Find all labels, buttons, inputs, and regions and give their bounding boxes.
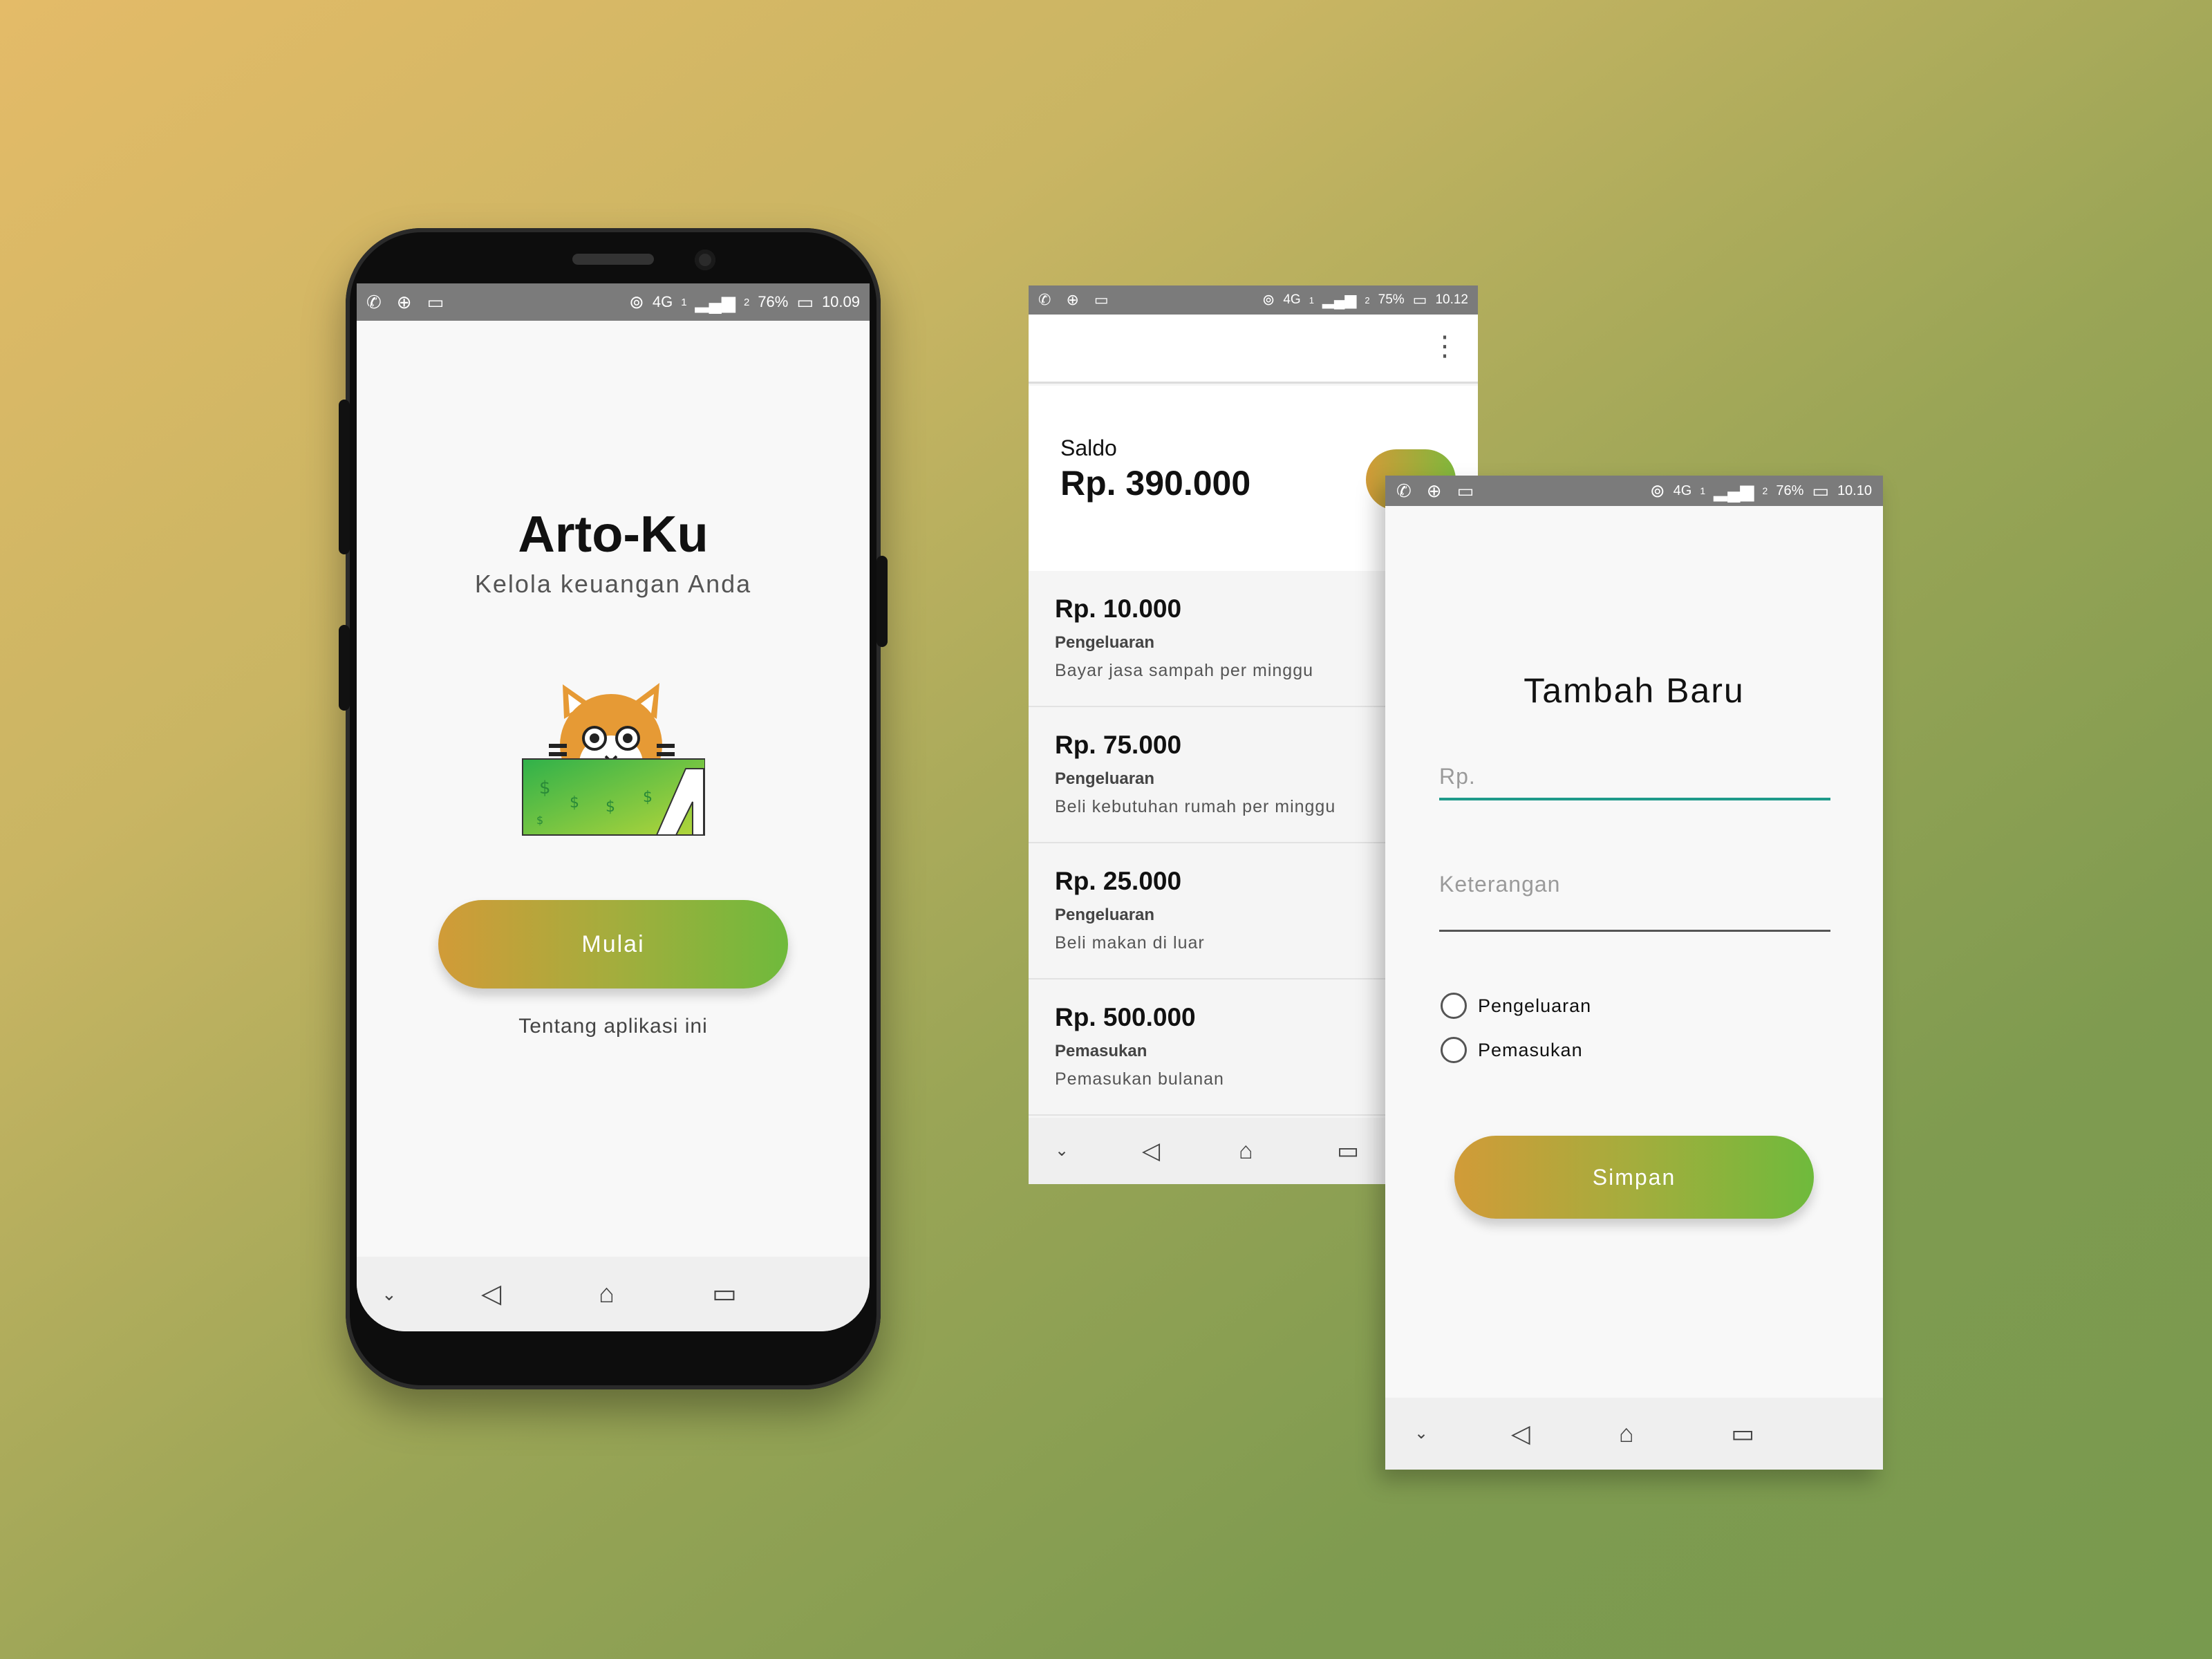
- svg-text:$: $: [606, 798, 615, 816]
- image-notification-icon: ▭: [427, 292, 444, 312]
- phone-volume-button: [339, 400, 350, 554]
- nav-back-icon[interactable]: ◁: [481, 1281, 501, 1307]
- radio-income-label: Pemasukan: [1478, 1039, 1583, 1060]
- nav-home-icon[interactable]: ⌂: [1619, 1421, 1634, 1446]
- nav-home-icon[interactable]: ⌂: [1239, 1139, 1253, 1163]
- nav-home-icon[interactable]: ⌂: [599, 1281, 615, 1307]
- welcome-screen: ✆ ⊕ ▭ ⊚ 4G 1 ▂▄▆ 2 76% ▭ 10.09 Arto-Ku K…: [357, 283, 870, 1331]
- balance-label: Saldo: [1060, 435, 1117, 460]
- amount-input[interactable]: [1439, 759, 1830, 800]
- network-type: 4G: [1673, 482, 1692, 498]
- sim-indicator: 1: [681, 296, 687, 308]
- signal-icon: ▂▄▆: [1322, 291, 1357, 308]
- app-subtitle: Kelola keuangan Anda: [474, 570, 752, 598]
- nav-recents-icon[interactable]: ▭: [1731, 1421, 1754, 1446]
- status-bar: ✆ ⊕ ▭ ⊚ 4G 1 ▂▄▆ 2 76% ▭ 10.10: [1385, 476, 1883, 506]
- nav-back-icon[interactable]: ◁: [1142, 1139, 1160, 1163]
- battery-icon: ▭: [796, 292, 814, 312]
- whatsapp-icon: ✆: [1038, 291, 1051, 308]
- sim2-indicator: 2: [1762, 485, 1768, 496]
- form-title: Tambah Baru: [1524, 671, 1745, 710]
- radio-circle[interactable]: [1441, 993, 1467, 1019]
- nav-back-icon[interactable]: ◁: [1511, 1421, 1530, 1446]
- svg-text:$: $: [643, 789, 653, 806]
- clock: 10.10: [1837, 482, 1872, 498]
- nav-hide-icon[interactable]: ⌄: [1055, 1143, 1069, 1159]
- nav-recents-icon[interactable]: ▭: [712, 1281, 737, 1307]
- status-bar: ✆ ⊕ ▭ ⊚ 4G 1 ▂▄▆ 2 75% ▭ 10.12: [1029, 285, 1478, 315]
- start-button[interactable]: Mulai: [438, 900, 788, 988]
- clock: 10.12: [1435, 292, 1468, 307]
- status-bar: ✆ ⊕ ▭ ⊚ 4G 1 ▂▄▆ 2 76% ▭ 10.09: [357, 283, 870, 321]
- clock: 10.09: [821, 293, 860, 310]
- app-bar: ⋮: [1029, 315, 1478, 384]
- image-notification-icon: ▭: [1456, 480, 1474, 501]
- battery-percent: 76%: [1776, 482, 1804, 498]
- phone-front-camera: [695, 250, 715, 270]
- radio-expense[interactable]: Pengeluaran: [1441, 993, 1591, 1019]
- nav-hide-icon[interactable]: ⌄: [382, 1285, 397, 1303]
- sim-indicator: 1: [1700, 485, 1706, 496]
- battery-icon: ▭: [1812, 480, 1829, 501]
- nav-hide-icon[interactable]: ⌄: [1414, 1425, 1428, 1442]
- sim-indicator: 1: [1309, 294, 1314, 306]
- whatsapp-icon: ✆: [366, 292, 382, 312]
- network-type: 4G: [1283, 292, 1301, 307]
- svg-text:$: $: [570, 794, 579, 812]
- balance-value: Rp. 390.000: [1060, 464, 1251, 503]
- battery-icon: ▭: [1412, 291, 1427, 308]
- download-notification-icon: ⊕: [1426, 480, 1442, 501]
- signal-icon: ▂▄▆: [1714, 480, 1754, 501]
- sim2-indicator: 2: [743, 296, 750, 308]
- radio-income[interactable]: Pemasukan: [1441, 1037, 1583, 1063]
- radio-circle[interactable]: [1441, 1037, 1467, 1063]
- svg-text:$: $: [536, 814, 543, 827]
- more-vert-icon[interactable]: ⋮: [1431, 332, 1459, 360]
- download-notification-icon: ⊕: [396, 292, 412, 312]
- image-notification-icon: ▭: [1094, 291, 1109, 308]
- app-title: Arto-Ku: [518, 505, 709, 563]
- add-new-screen: ✆ ⊕ ▭ ⊚ 4G 1 ▂▄▆ 2 76% ▭ 10.10 Tambah Ba…: [1385, 476, 1883, 1470]
- phone-power-button: [877, 556, 888, 647]
- app-logo: $ $ $ $ $: [522, 683, 705, 836]
- battery-percent: 76%: [758, 293, 789, 310]
- download-notification-icon: ⊕: [1066, 291, 1079, 308]
- navigation-bar: ⌄ ◁ ⌂ ▭: [357, 1257, 870, 1331]
- svg-text:$: $: [539, 778, 551, 798]
- sync-icon: ⊚: [629, 292, 644, 312]
- phone-speaker: [572, 254, 654, 265]
- about-app-link[interactable]: Tentang aplikasi ini: [357, 1015, 870, 1038]
- whatsapp-icon: ✆: [1396, 480, 1412, 501]
- nav-recents-icon[interactable]: ▭: [1337, 1139, 1359, 1163]
- phone-bixby-button: [339, 625, 350, 711]
- network-type: 4G: [652, 293, 673, 310]
- navigation-bar: ⌄ ◁ ⌂ ▭: [1385, 1398, 1883, 1470]
- signal-icon: ▂▄▆: [695, 292, 735, 312]
- battery-percent: 75%: [1378, 292, 1405, 307]
- save-button[interactable]: Simpan: [1454, 1136, 1814, 1219]
- sync-icon: ⊚: [1649, 480, 1665, 501]
- sync-icon: ⊚: [1262, 291, 1275, 308]
- description-input[interactable]: [1439, 867, 1830, 932]
- radio-expense-label: Pengeluaran: [1478, 995, 1592, 1016]
- sim2-indicator: 2: [1365, 294, 1370, 306]
